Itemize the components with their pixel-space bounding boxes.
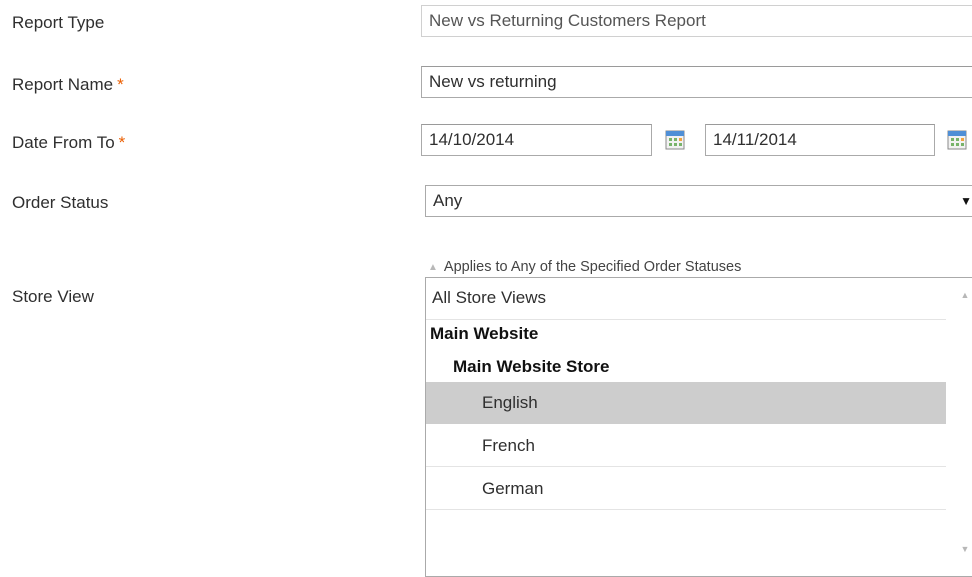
date-to-input[interactable]: 14/11/2014 [705, 124, 935, 156]
report-type-field: New vs Returning Customers Report [421, 5, 972, 37]
report-name-label-text: Report Name [12, 75, 114, 94]
store-view-scrollbar[interactable]: ▲ ▼ [946, 278, 972, 576]
order-status-note: ▲ Applies to Any of the Specified Order S… [428, 259, 741, 275]
report-name-input[interactable]: New vs returning [421, 66, 972, 98]
order-status-select[interactable]: Any ▼ [425, 185, 972, 217]
date-from-input[interactable]: 14/10/2014 [421, 124, 652, 156]
store-view-group-website: Main Website [430, 324, 539, 343]
scroll-up-icon[interactable]: ▲ [946, 290, 972, 300]
required-marker: * [117, 75, 124, 94]
store-view-group-store: Main Website Store [453, 357, 610, 376]
note-triangle-icon: ▲ [428, 262, 438, 273]
dropdown-arrow-icon: ▼ [960, 194, 972, 208]
store-view-option-english[interactable]: English [426, 382, 948, 424]
report-type-label: Report Type [12, 13, 105, 32]
date-range-label: Date From To * [12, 133, 125, 153]
store-view-multiselect[interactable]: All Store Views Main Website Main Websit… [425, 277, 972, 577]
order-status-selected: Any [433, 191, 463, 210]
calendar-icon[interactable] [665, 130, 685, 150]
store-view-option-french[interactable]: French [426, 424, 948, 467]
order-status-note-text: Applies to Any of the Specified Order St… [443, 259, 742, 275]
order-status-label: Order Status [12, 193, 109, 212]
store-view-option-german[interactable]: German [426, 467, 948, 510]
store-view-label: Store View [12, 287, 94, 306]
report-name-label: Report Name * [12, 75, 124, 95]
date-range-label-text: Date From To [12, 133, 115, 152]
required-marker: * [118, 133, 126, 152]
store-view-option-all[interactable]: All Store Views [426, 278, 948, 320]
scroll-down-icon[interactable]: ▼ [946, 544, 972, 554]
calendar-icon[interactable] [947, 130, 967, 150]
